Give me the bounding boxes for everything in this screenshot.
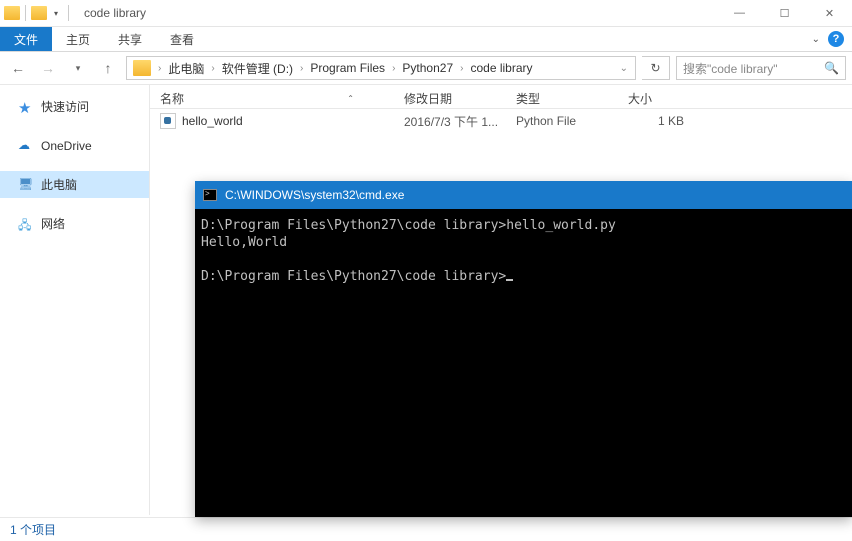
header-type[interactable]: 类型 (506, 90, 618, 107)
header-size[interactable]: 大小 (618, 90, 708, 107)
network-icon: 🖧 (18, 216, 34, 232)
sidebar-item-quickaccess[interactable]: ★ 快速访问 (0, 93, 149, 120)
breadcrumb[interactable]: › 此电脑 › 软件管理 (D:) › Program Files › Pyth… (126, 56, 636, 80)
back-button[interactable]: ← (6, 56, 30, 80)
crumb-item[interactable]: Python27 (398, 57, 457, 79)
sidebar-item-onedrive[interactable]: ☁ OneDrive (0, 132, 149, 159)
titlebar: ▾ code library — ☐ ✕ (0, 0, 852, 27)
close-button[interactable]: ✕ (807, 0, 852, 27)
divider (25, 5, 26, 21)
cmd-icon (203, 189, 217, 201)
sidebar: ★ 快速访问 ☁ OneDrive 🖥 此电脑 🖧 网络 (0, 85, 150, 515)
chevron-right-icon[interactable]: › (297, 63, 306, 74)
cmd-window: C:\WINDOWS\system32\cmd.exe D:\Program F… (195, 181, 852, 517)
cursor (506, 279, 513, 281)
status-bar: 1 个项目 (0, 517, 852, 541)
help-icon[interactable]: ? (828, 31, 844, 47)
chevron-down-icon[interactable]: ⌄ (617, 63, 631, 74)
window-title: code library (84, 6, 146, 20)
qat-dropdown[interactable]: ▾ (49, 6, 63, 20)
sidebar-item-label: 快速访问 (41, 98, 89, 115)
tab-share[interactable]: 共享 (104, 27, 156, 51)
monitor-icon: 🖥 (18, 177, 34, 193)
crumb-item[interactable]: 软件管理 (D:) (218, 57, 297, 79)
file-date: 2016/7/3 下午 1... (394, 113, 506, 130)
python-file-icon (160, 113, 176, 129)
sort-indicator-icon: ⌃ (347, 94, 354, 103)
tab-view[interactable]: 查看 (156, 27, 208, 51)
file-type: Python File (506, 114, 618, 128)
folder-icon (133, 60, 151, 76)
cmd-output[interactable]: D:\Program Files\Python27\code library>h… (195, 209, 852, 517)
search-icon: 🔍 (824, 61, 839, 75)
header-date[interactable]: 修改日期 (394, 90, 506, 107)
sidebar-item-label: 网络 (41, 215, 65, 232)
ribbon-collapse-icon[interactable]: ⌄ (812, 34, 820, 45)
sidebar-item-thispc[interactable]: 🖥 此电脑 (0, 171, 149, 198)
chevron-right-icon[interactable]: › (457, 63, 466, 74)
ribbon: 文件 主页 共享 查看 ⌄ ? (0, 27, 852, 52)
forward-button[interactable]: → (36, 56, 60, 80)
column-headers: 名称⌃ 修改日期 类型 大小 (150, 85, 852, 109)
file-row[interactable]: hello_world 2016/7/3 下午 1... Python File… (150, 109, 852, 133)
search-input[interactable]: 搜索"code library" 🔍 (676, 56, 846, 80)
crumb-item[interactable]: code library (466, 57, 536, 79)
cmd-titlebar[interactable]: C:\WINDOWS\system32\cmd.exe (195, 181, 852, 209)
address-bar: ← → ▾ ↑ › 此电脑 › 软件管理 (D:) › Program File… (0, 52, 852, 85)
window-icon (4, 6, 20, 20)
star-icon: ★ (18, 99, 34, 115)
up-button[interactable]: ↑ (96, 56, 120, 80)
chevron-right-icon[interactable]: › (389, 63, 398, 74)
chevron-right-icon[interactable]: › (155, 63, 164, 74)
sidebar-item-network[interactable]: 🖧 网络 (0, 210, 149, 237)
sidebar-item-label: OneDrive (41, 139, 92, 153)
tab-home[interactable]: 主页 (52, 27, 104, 51)
divider (68, 5, 69, 21)
status-text: 1 个项目 (10, 521, 56, 538)
file-name: hello_world (182, 114, 243, 128)
header-name[interactable]: 名称⌃ (150, 90, 394, 107)
recent-dropdown[interactable]: ▾ (66, 56, 90, 80)
tab-file[interactable]: 文件 (0, 27, 52, 51)
maximize-button[interactable]: ☐ (762, 0, 807, 27)
cloud-icon: ☁ (18, 138, 34, 154)
qat-properties-icon[interactable] (31, 6, 47, 20)
crumb-item[interactable]: 此电脑 (164, 57, 208, 79)
minimize-button[interactable]: — (717, 0, 762, 27)
chevron-right-icon[interactable]: › (208, 63, 217, 74)
search-placeholder: 搜索"code library" (683, 60, 778, 77)
refresh-button[interactable]: ↻ (642, 56, 670, 80)
file-size: 1 KB (618, 114, 708, 128)
sidebar-item-label: 此电脑 (41, 176, 77, 193)
crumb-item[interactable]: Program Files (306, 57, 389, 79)
cmd-title-text: C:\WINDOWS\system32\cmd.exe (225, 188, 404, 202)
